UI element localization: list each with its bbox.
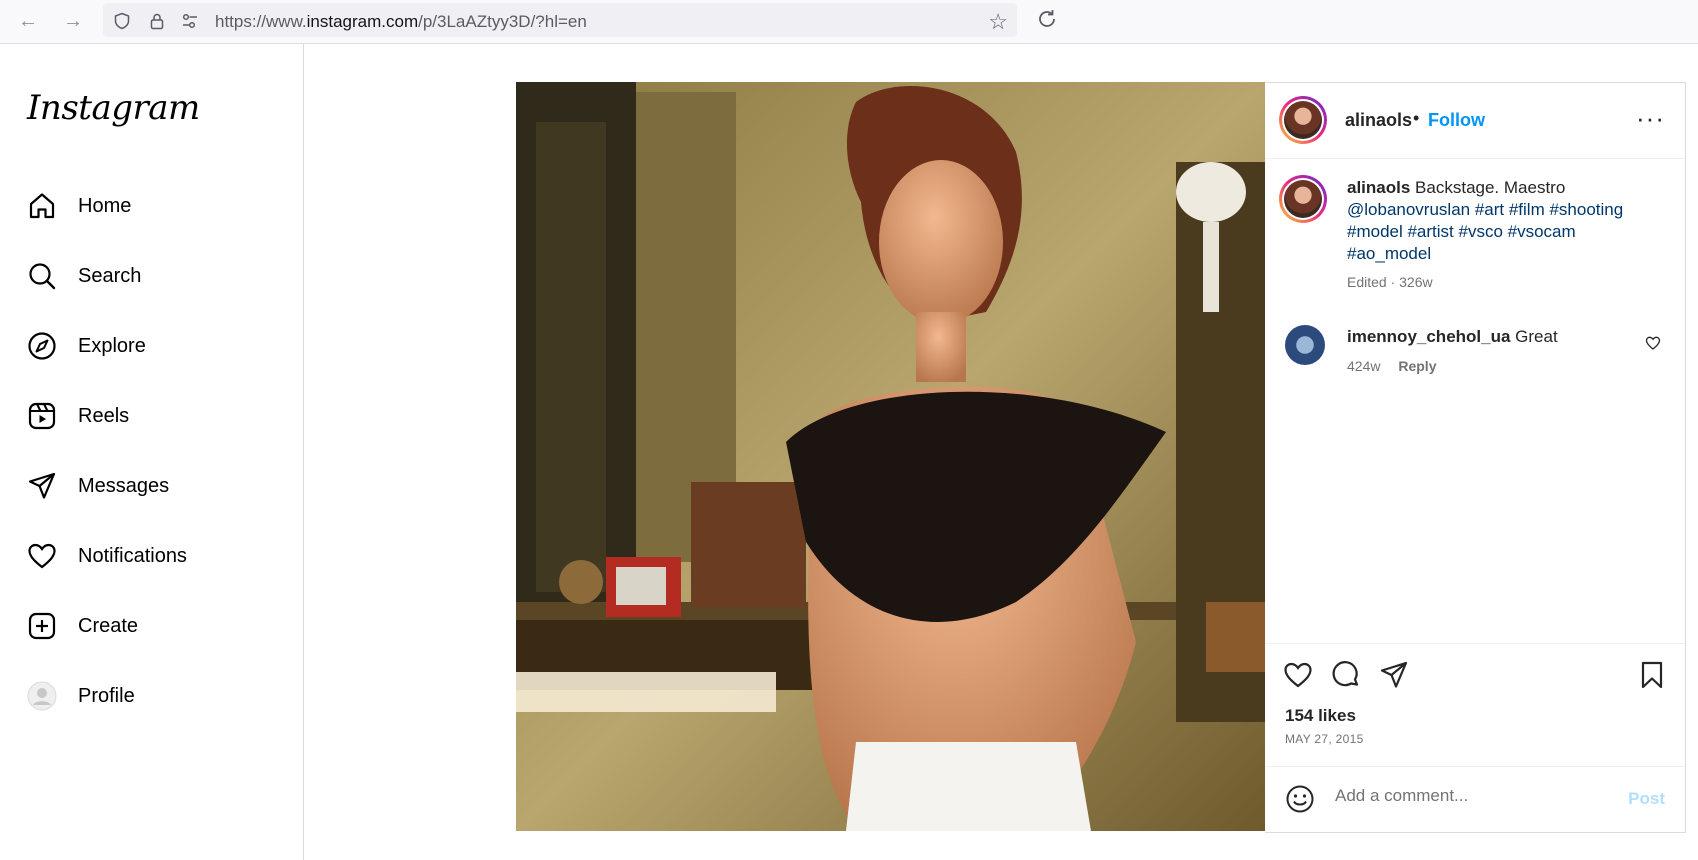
sidebar-item-explore[interactable]: Explore	[27, 326, 277, 366]
post-details-panel: alinaols • Follow ··· alinaols Backstage…	[1265, 82, 1686, 833]
like-heart-icon[interactable]	[1283, 660, 1313, 690]
caption-username[interactable]: alinaols	[1347, 178, 1410, 197]
add-comment-input[interactable]	[1333, 785, 1597, 807]
bookmark-star-icon[interactable]: ☆	[988, 9, 1008, 35]
browser-toolbar: ← → https://www.instagram.com/p/3LaAZtyy…	[0, 0, 1698, 44]
post-comment-button[interactable]: Post	[1628, 789, 1665, 809]
save-bookmark-icon[interactable]	[1637, 660, 1667, 690]
permissions-icon[interactable]	[181, 12, 199, 30]
sidebar-item-label: Notifications	[78, 544, 187, 567]
send-icon	[28, 472, 56, 499]
author-avatar[interactable]	[1279, 96, 1327, 144]
separator-dot: •	[1413, 108, 1420, 128]
address-bar[interactable]: https://www.instagram.com/p/3LaAZtyy3D/?…	[103, 3, 1017, 37]
url-domain: instagram.com	[306, 12, 419, 31]
sidebar-item-label: Home	[78, 194, 132, 217]
like-comment-heart-icon[interactable]	[1645, 335, 1661, 351]
comment-text: Great	[1515, 327, 1558, 346]
comment-meta: 424w Reply	[1347, 358, 1450, 374]
lock-icon[interactable]	[148, 12, 166, 30]
sidebar-item-create[interactable]: Create	[27, 606, 277, 646]
sidebar-item-label: Explore	[78, 334, 146, 357]
add-comment-bar: Post	[1265, 766, 1685, 833]
avatar	[27, 681, 57, 711]
sidebar-item-label: Profile	[78, 684, 135, 707]
sidebar-item-reels[interactable]: Reels	[27, 396, 277, 436]
author-username[interactable]: alinaols	[1345, 110, 1412, 131]
comment-username[interactable]: imennoy_chehol_ua	[1347, 327, 1510, 346]
search-icon	[29, 263, 56, 290]
share-send-icon[interactable]	[1379, 660, 1409, 690]
heart-icon	[28, 543, 56, 569]
reload-icon[interactable]	[1036, 8, 1058, 30]
caption-meta: Edited · 326w	[1347, 274, 1433, 290]
caption-tags[interactable]: @lobanovruslan #art #film #shooting #mod…	[1347, 200, 1623, 263]
post-caption: alinaols Backstage. Maestro @lobanovrusl…	[1347, 177, 1657, 293]
sidebar-item-messages[interactable]: Messages	[27, 466, 277, 506]
emoji-icon[interactable]	[1285, 784, 1315, 814]
caption-avatar[interactable]	[1279, 175, 1327, 223]
sidebar-item-label: Reels	[78, 404, 130, 427]
comment-age: 424w	[1347, 358, 1381, 374]
sidebar-item-search[interactable]: Search	[27, 256, 277, 296]
follow-button[interactable]: Follow	[1428, 110, 1485, 131]
instagram-logo[interactable]: Instagram	[27, 88, 200, 128]
comment: imennoy_chehol_ua Great	[1347, 327, 1558, 347]
compass-icon	[28, 332, 56, 360]
plus-square-icon	[28, 612, 56, 640]
url-prefix: https://www.	[215, 12, 307, 31]
reels-icon	[28, 402, 56, 430]
caption-text: Backstage. Maestro	[1415, 178, 1566, 197]
url-text[interactable]: https://www.instagram.com/p/3LaAZtyy3D/?…	[215, 12, 587, 32]
shield-icon[interactable]	[113, 12, 131, 30]
post-photo-artwork	[516, 82, 1265, 831]
sidebar-item-profile[interactable]: Profile	[27, 676, 277, 716]
post-header: alinaols • Follow ···	[1265, 83, 1685, 159]
comment-bubble-icon[interactable]	[1331, 660, 1361, 690]
home-icon	[29, 193, 55, 219]
forward-arrow-icon[interactable]: →	[61, 9, 85, 33]
sidebar-item-label: Search	[78, 264, 142, 287]
sidebar-item-label: Messages	[78, 474, 170, 497]
sidebar-item-label: Create	[78, 614, 139, 637]
commenter-avatar[interactable]	[1285, 325, 1325, 365]
reply-button[interactable]: Reply	[1398, 358, 1436, 374]
sidebar: Instagram Home Search Explore Reels Mess…	[0, 44, 304, 860]
post-actions: 154 likes MAY 27, 2015	[1265, 643, 1685, 759]
post-date: MAY 27, 2015	[1285, 732, 1364, 746]
url-path: /p/3LaAZtyy3D/?hl=en	[418, 12, 587, 31]
more-options-icon[interactable]: ···	[1636, 103, 1665, 134]
sidebar-item-home[interactable]: Home	[27, 186, 277, 226]
likes-count[interactable]: 154 likes	[1285, 706, 1356, 726]
back-arrow-icon[interactable]: ←	[16, 9, 40, 33]
post-photo[interactable]	[516, 82, 1265, 831]
sidebar-item-notifications[interactable]: Notifications	[27, 536, 277, 576]
